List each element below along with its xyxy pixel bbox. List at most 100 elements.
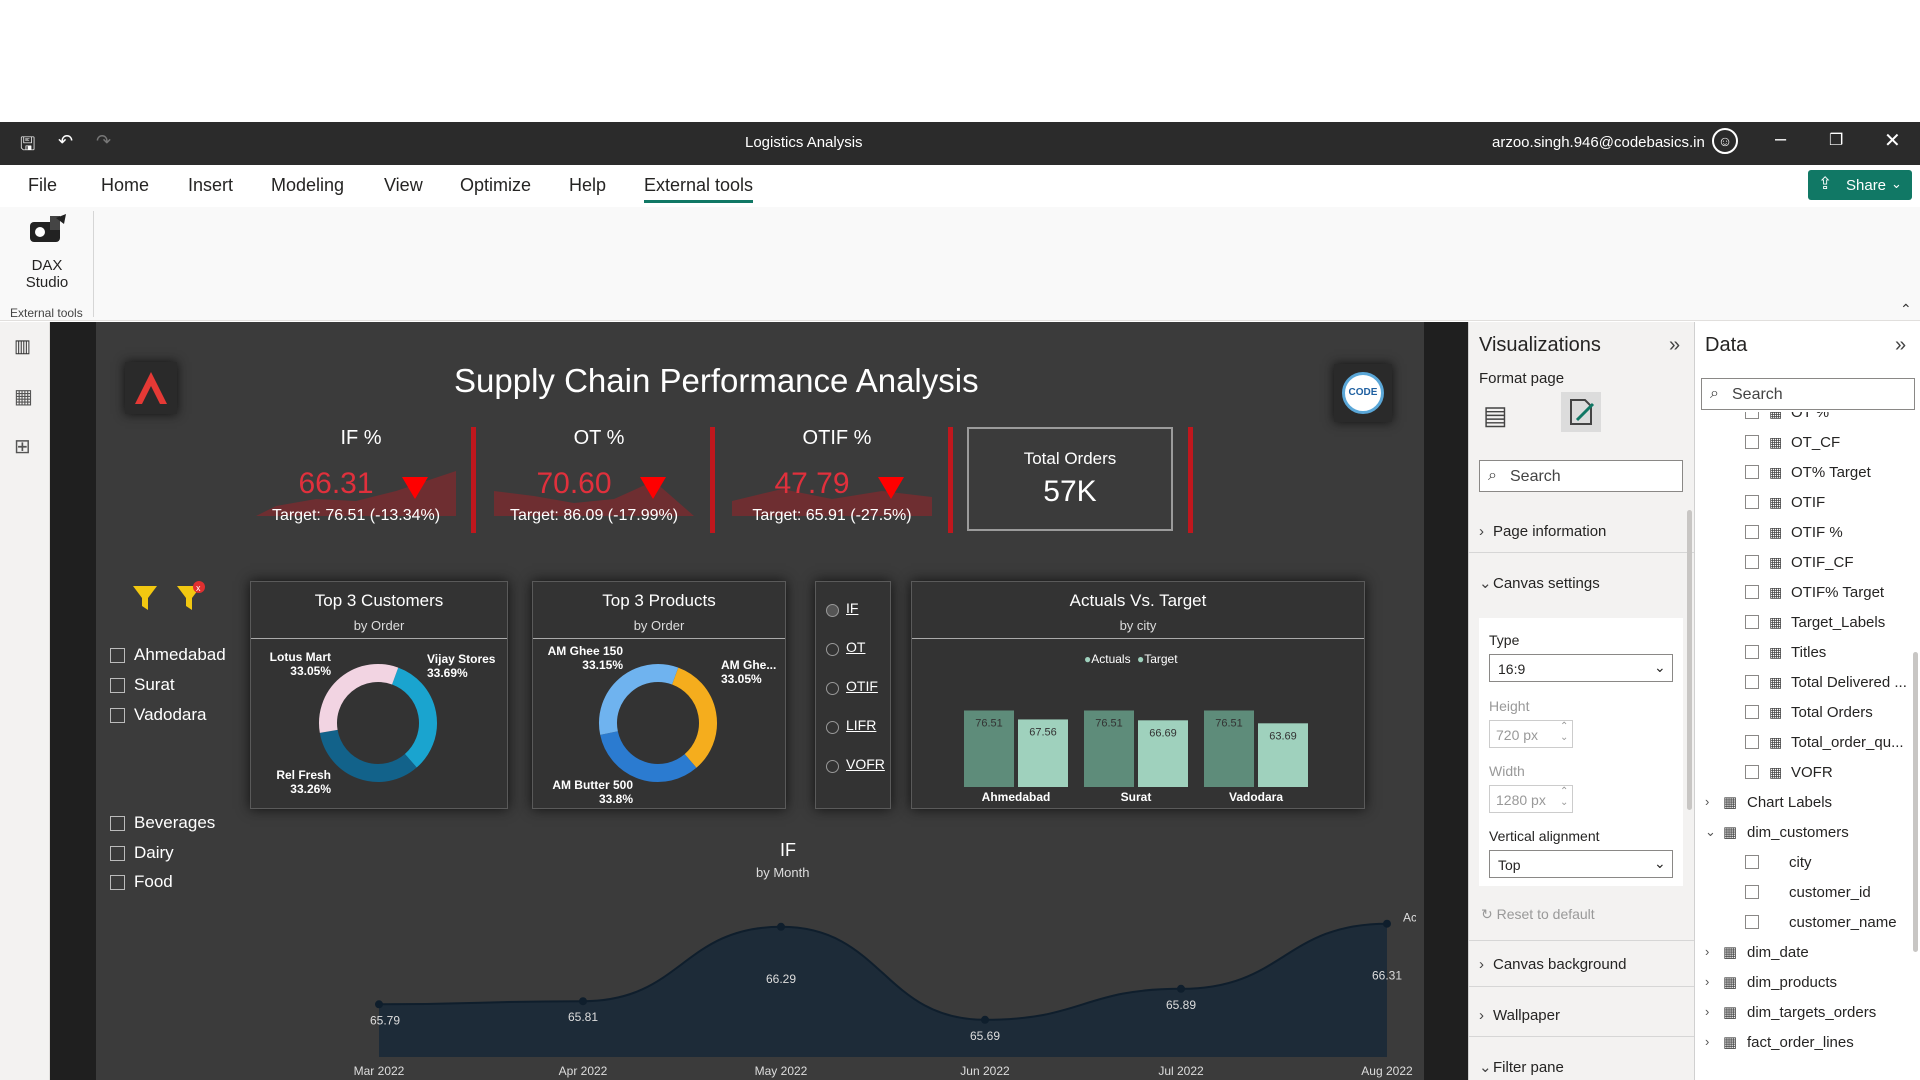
field-row[interactable]: ▦ VOFR [1695,758,1920,788]
field-checkbox[interactable] [1745,735,1759,749]
field-checkbox[interactable] [1745,412,1759,419]
donut-slice[interactable] [319,729,417,782]
minimize-icon[interactable]: – [1775,128,1786,151]
width-input[interactable]: 1280 px ⌃ ⌄ [1489,785,1573,813]
viz-scrollbar[interactable] [1687,510,1692,810]
tab-external-tools[interactable]: External tools [644,175,754,203]
field-row[interactable]: ▦ OT_CF [1695,428,1920,458]
field-row[interactable]: ▦ Total_order_qu... [1695,728,1920,758]
table-row[interactable]: › ▦ dim_targets_orders [1695,998,1920,1028]
report-view-icon[interactable]: ▥ [14,336,31,357]
table-row[interactable]: › ▦ dim_date [1695,938,1920,968]
tab-insert[interactable]: Insert [188,175,233,196]
donut-slice[interactable] [599,664,679,735]
collapse-pane-icon[interactable]: » [1669,334,1680,357]
field-checkbox[interactable] [1745,765,1759,779]
field-row[interactable]: ▦ Titles [1695,638,1920,668]
data-search-input[interactable]: ⌕ Search [1701,378,1915,410]
donut-slice[interactable] [319,664,399,733]
field-row[interactable]: city [1695,848,1920,878]
tab-view[interactable]: View [384,175,423,196]
type-dropdown[interactable]: 16:9 ⌄ [1489,654,1673,682]
table-row[interactable]: › ▦ Chart Labels [1695,788,1920,818]
field-row[interactable]: ▦ OT % [1695,412,1920,428]
field-checkbox[interactable] [1745,615,1759,629]
field-row[interactable]: ▦ Total Delivered ... [1695,668,1920,698]
field-row[interactable]: customer_name [1695,908,1920,938]
data-point[interactable] [375,1000,383,1009]
tab-file[interactable]: File [28,175,57,196]
format-page-icon[interactable] [1561,392,1601,432]
radio-otif[interactable] [826,682,839,695]
data-point[interactable] [981,1015,989,1024]
field-checkbox[interactable] [1745,675,1759,689]
city-checkbox-ahmedabad[interactable] [110,648,125,663]
donut-slice[interactable] [600,730,697,782]
build-visual-icon[interactable]: ▤ [1483,400,1508,431]
save-icon[interactable]: 🖫 [20,132,35,162]
valign-dropdown[interactable]: Top ⌄ [1489,850,1673,878]
section-canvas-settings[interactable]: ⌄Canvas settings [1479,574,1600,592]
clear-filter-icon[interactable]: x [176,580,206,617]
restore-icon[interactable]: ❐ [1829,130,1843,150]
category-checkbox-beverages[interactable] [110,816,125,831]
field-row[interactable]: ▦ OTIF% Target [1695,578,1920,608]
table-row[interactable]: › ▦ dim_products [1695,968,1920,998]
field-row[interactable]: ▦ OTIF [1695,488,1920,518]
data-scrollbar[interactable] [1913,652,1918,952]
field-checkbox[interactable] [1745,855,1759,869]
account-icon[interactable]: ☺ [1712,128,1738,154]
field-row[interactable]: ▦ OTIF_CF [1695,548,1920,578]
close-icon[interactable]: ✕ [1884,128,1901,153]
field-checkbox[interactable] [1745,645,1759,659]
field-checkbox[interactable] [1745,885,1759,899]
tab-optimize[interactable]: Optimize [460,175,531,196]
radio-if[interactable] [826,604,839,617]
share-button[interactable]: ⇪ Share ⌄ [1808,170,1912,200]
field-row[interactable]: customer_id [1695,878,1920,908]
model-view-icon[interactable]: ⊞ [14,434,31,459]
field-row[interactable]: ▦ OTIF % [1695,518,1920,548]
donut-slice[interactable] [671,667,717,768]
category-checkbox-dairy[interactable] [110,846,125,861]
field-checkbox[interactable] [1745,465,1759,479]
section-wallpaper[interactable]: › Wallpaper [1479,1007,1560,1024]
donut-slice[interactable] [391,667,437,768]
table-view-icon[interactable]: ▦ [14,384,33,409]
radio-ot[interactable] [826,643,839,656]
radio-vofr[interactable] [826,760,839,773]
data-point[interactable] [1383,919,1391,928]
city-checkbox-vadodara[interactable] [110,708,125,723]
tab-help[interactable]: Help [569,175,606,196]
data-point[interactable] [579,997,587,1006]
height-input[interactable]: 720 px ⌃ ⌄ [1489,720,1573,748]
city-checkbox-surat[interactable] [110,678,125,693]
user-email[interactable]: arzoo.singh.946@codebasics.in [1492,134,1705,151]
table-row[interactable]: ⌄ ▦ dim_customers [1695,818,1920,848]
section-page-information[interactable]: › Page information [1479,523,1606,540]
field-row[interactable]: ▦ Total Orders [1695,698,1920,728]
field-row[interactable]: ▦ Target_Labels [1695,608,1920,638]
field-checkbox[interactable] [1745,705,1759,719]
reset-default-button[interactable]: ↻ Reset to default [1481,906,1595,923]
field-checkbox[interactable] [1745,555,1759,569]
dax-studio-button[interactable]: DAX Studio [8,212,86,302]
radio-lifr[interactable] [826,721,839,734]
field-checkbox[interactable] [1745,585,1759,599]
field-checkbox[interactable] [1745,435,1759,449]
undo-icon[interactable]: ↶ [58,131,73,152]
tab-modeling[interactable]: Modeling [271,175,344,196]
field-checkbox[interactable] [1745,495,1759,509]
collapse-ribbon-icon[interactable]: ⌃ [1900,301,1912,318]
data-point[interactable] [777,922,785,931]
collapse-pane-icon[interactable]: » [1895,334,1906,357]
section-canvas-background[interactable]: › Canvas background [1479,956,1626,973]
table-row[interactable]: › ▦ fact_order_lines [1695,1028,1920,1058]
redo-icon[interactable]: ↷ [96,131,111,152]
filter-icon[interactable] [132,584,158,617]
section-filter-pane[interactable]: ⌄Filter pane [1479,1058,1564,1076]
field-row[interactable]: ▦ OT% Target [1695,458,1920,488]
data-point[interactable] [1177,984,1185,993]
field-checkbox[interactable] [1745,915,1759,929]
tab-home[interactable]: Home [101,175,149,196]
